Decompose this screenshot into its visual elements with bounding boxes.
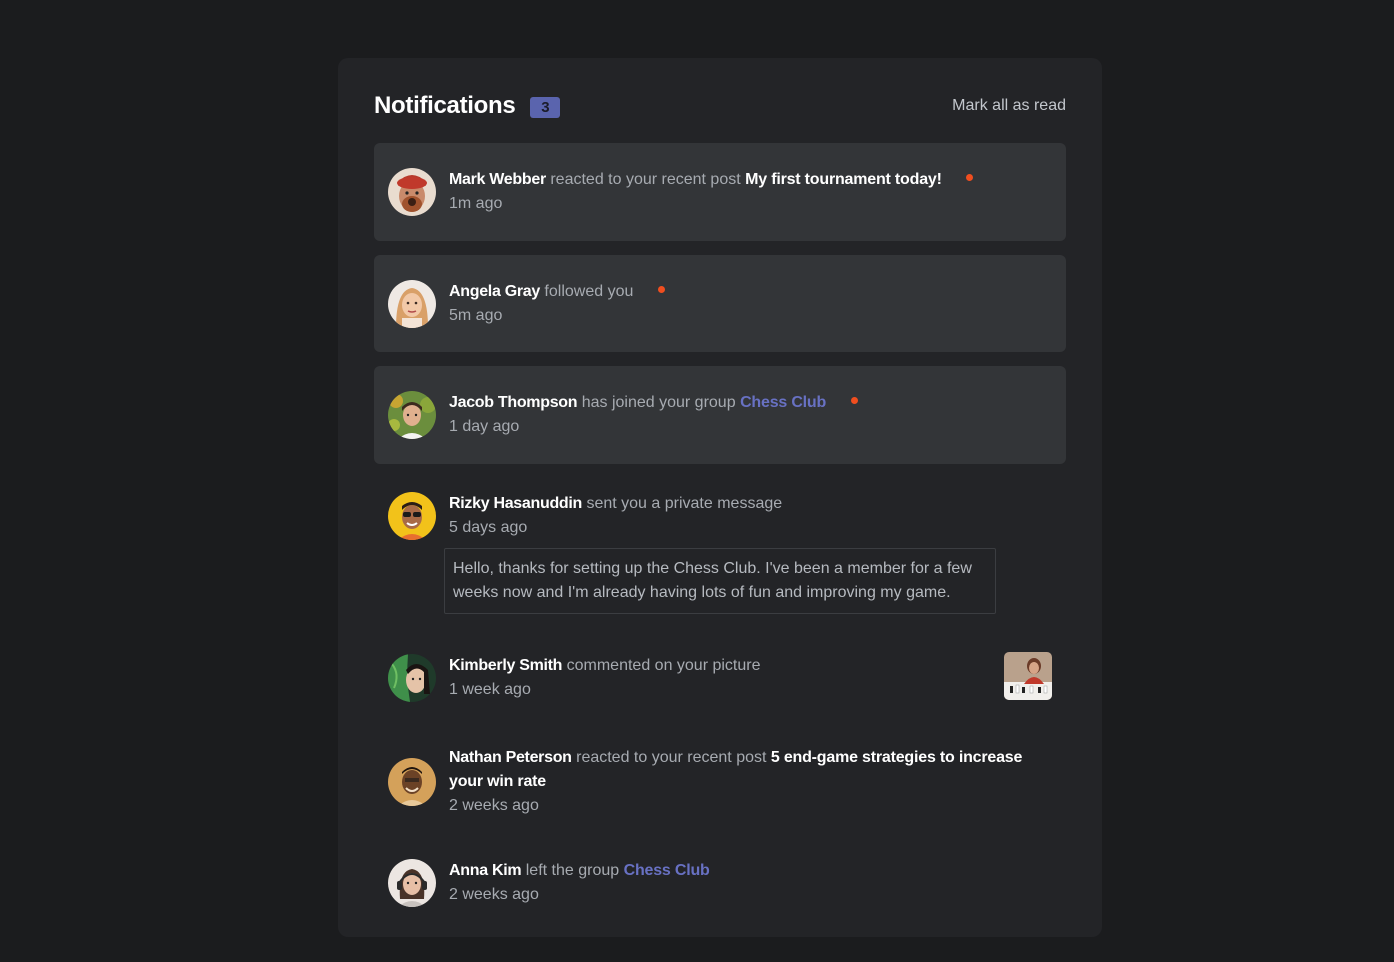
notification-action: commented on your picture — [566, 657, 761, 674]
user-name-link[interactable]: Nathan Peterson — [449, 749, 572, 766]
unread-count-badge: 3 — [530, 96, 561, 118]
notification-item[interactable]: Angela Gray followed you 5m ago — [374, 255, 1066, 352]
notification-time: 5 days ago — [449, 519, 528, 536]
notification-content: Anna Kim left the group Chess Club 2 wee… — [449, 859, 1052, 907]
group-link[interactable]: Chess Club — [740, 394, 826, 411]
unread-dot — [966, 174, 974, 182]
avatar[interactable] — [388, 758, 436, 806]
user-name-link[interactable]: Jacob Thompson — [449, 394, 578, 411]
mark-all-as-read-button[interactable]: Mark all as read — [952, 97, 1066, 115]
notification-item[interactable]: Mark Webber reacted to your recent post … — [374, 143, 1066, 241]
avatar[interactable] — [388, 859, 436, 907]
user-name-link[interactable]: Mark Webber — [449, 171, 546, 188]
post-link[interactable]: My first tournament today! — [745, 171, 942, 188]
notification-time: 1 week ago — [449, 681, 531, 698]
notification-content: Kimberly Smith commented on your picture… — [449, 654, 976, 702]
avatar[interactable] — [388, 654, 436, 702]
notification-content: Rizky Hasanuddin sent you a private mess… — [449, 492, 1052, 540]
notifications-header: Notifications 3 Mark all as read — [374, 88, 1066, 124]
unread-dot — [657, 286, 665, 294]
notification-content: Nathan Peterson reacted to your recent p… — [449, 746, 1052, 818]
notification-action: reacted to your recent post — [550, 171, 741, 188]
user-name-link[interactable]: Rizky Hasanuddin — [449, 495, 582, 512]
notification-time: 2 weeks ago — [449, 886, 539, 903]
group-link[interactable]: Chess Club — [624, 862, 710, 879]
avatar[interactable] — [388, 168, 436, 216]
notification-content: Jacob Thompson has joined your group Che… — [449, 391, 1052, 439]
avatar[interactable] — [388, 492, 436, 540]
header-title-group: Notifications 3 — [374, 92, 561, 120]
user-name-link[interactable]: Kimberly Smith — [449, 657, 562, 674]
notification-time: 5m ago — [449, 307, 503, 324]
user-name-link[interactable]: Angela Gray — [449, 283, 540, 300]
unread-dot — [850, 397, 858, 405]
notifications-card: Notifications 3 Mark all as read Mark We… — [338, 58, 1102, 937]
notification-item[interactable]: Kimberly Smith commented on your picture… — [374, 640, 1066, 720]
notification-time: 1m ago — [449, 195, 503, 212]
avatar[interactable] — [388, 391, 436, 439]
notification-content: Mark Webber reacted to your recent post … — [449, 168, 1052, 216]
notification-item[interactable]: Jacob Thompson has joined your group Che… — [374, 366, 1066, 464]
notification-action: followed you — [544, 283, 634, 300]
notification-time: 2 weeks ago — [449, 797, 539, 814]
notification-action: reacted to your recent post — [576, 749, 767, 766]
private-message-preview[interactable]: Hello, thanks for setting up the Chess C… — [444, 548, 996, 614]
notification-time: 1 day ago — [449, 418, 520, 435]
notification-action: has joined your group — [581, 394, 736, 411]
avatar[interactable] — [388, 280, 436, 328]
notification-content: Angela Gray followed you 5m ago — [449, 280, 1052, 328]
commented-picture-thumbnail[interactable] — [1004, 652, 1052, 700]
notification-action: left the group — [525, 862, 620, 879]
user-name-link[interactable]: Anna Kim — [449, 862, 522, 879]
notification-item[interactable]: Anna Kim left the group Chess Club 2 wee… — [374, 848, 1066, 922]
notification-item[interactable]: Rizky Hasanuddin sent you a private mess… — [374, 478, 1066, 640]
notification-action: sent you a private message — [586, 495, 783, 512]
page-title: Notifications — [374, 92, 516, 119]
notification-item[interactable]: Nathan Peterson reacted to your recent p… — [374, 734, 1066, 834]
